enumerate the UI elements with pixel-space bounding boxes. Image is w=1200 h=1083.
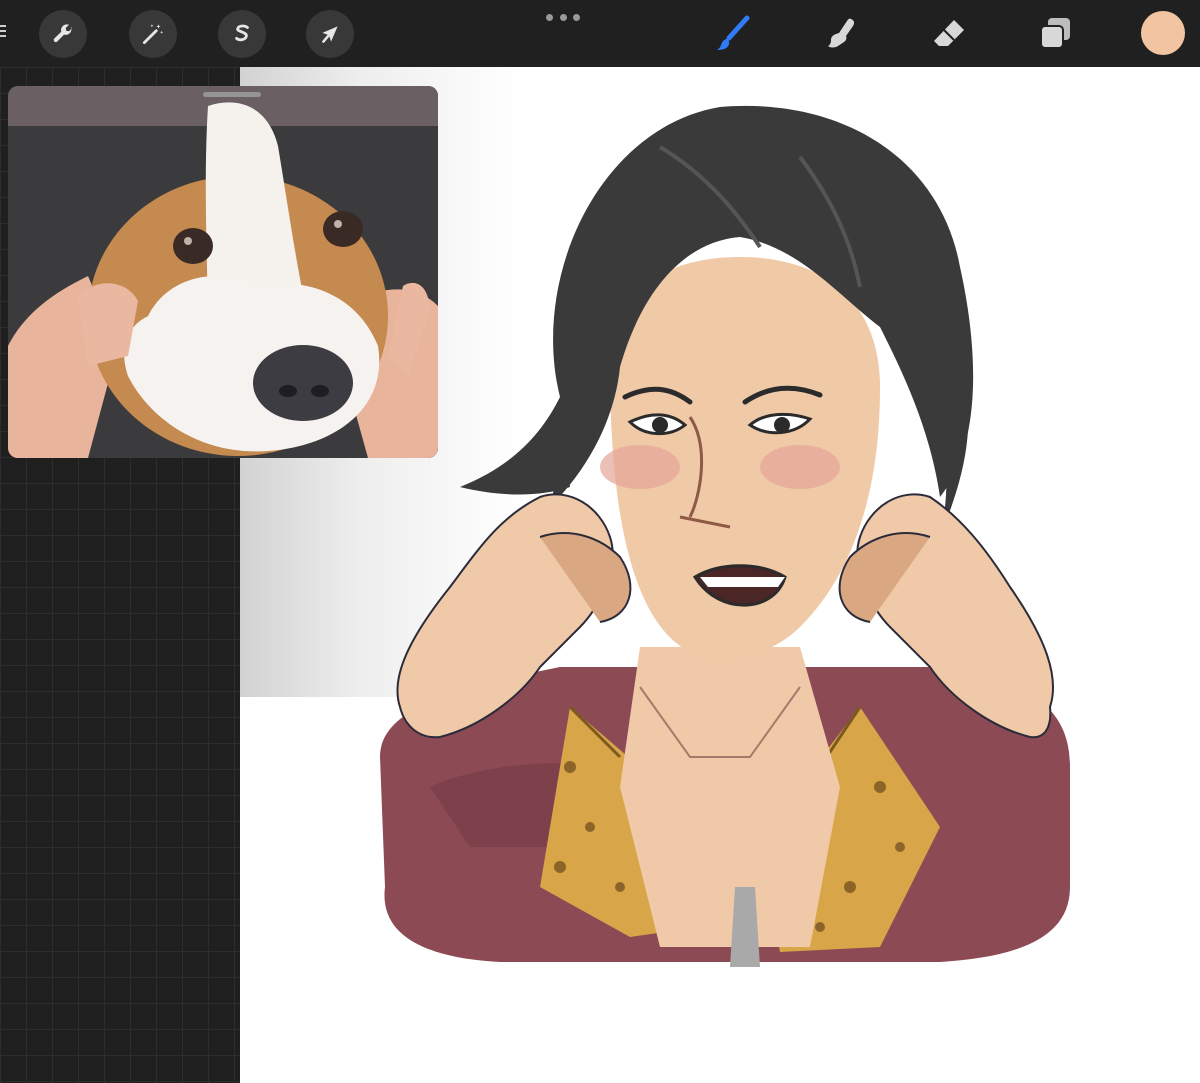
brush-icon[interactable] [711,12,757,56]
arrow-cursor-icon[interactable] [306,10,354,58]
sidebar-toggle-icon[interactable] [0,22,6,42]
reference-window[interactable] [8,86,438,458]
color-picker-swatch[interactable] [1141,11,1185,55]
more-dots-icon[interactable] [546,14,580,22]
reference-drag-handle[interactable] [203,92,261,97]
layers-icon[interactable] [1033,12,1079,56]
top-toolbar [0,0,1200,67]
smudge-finger-icon[interactable] [818,12,864,56]
magic-wand-icon[interactable] [129,10,177,58]
wrench-icon[interactable] [39,10,87,58]
eraser-icon[interactable] [927,12,973,56]
reference-photo-beagle [8,86,438,458]
selection-s-icon[interactable] [218,10,266,58]
